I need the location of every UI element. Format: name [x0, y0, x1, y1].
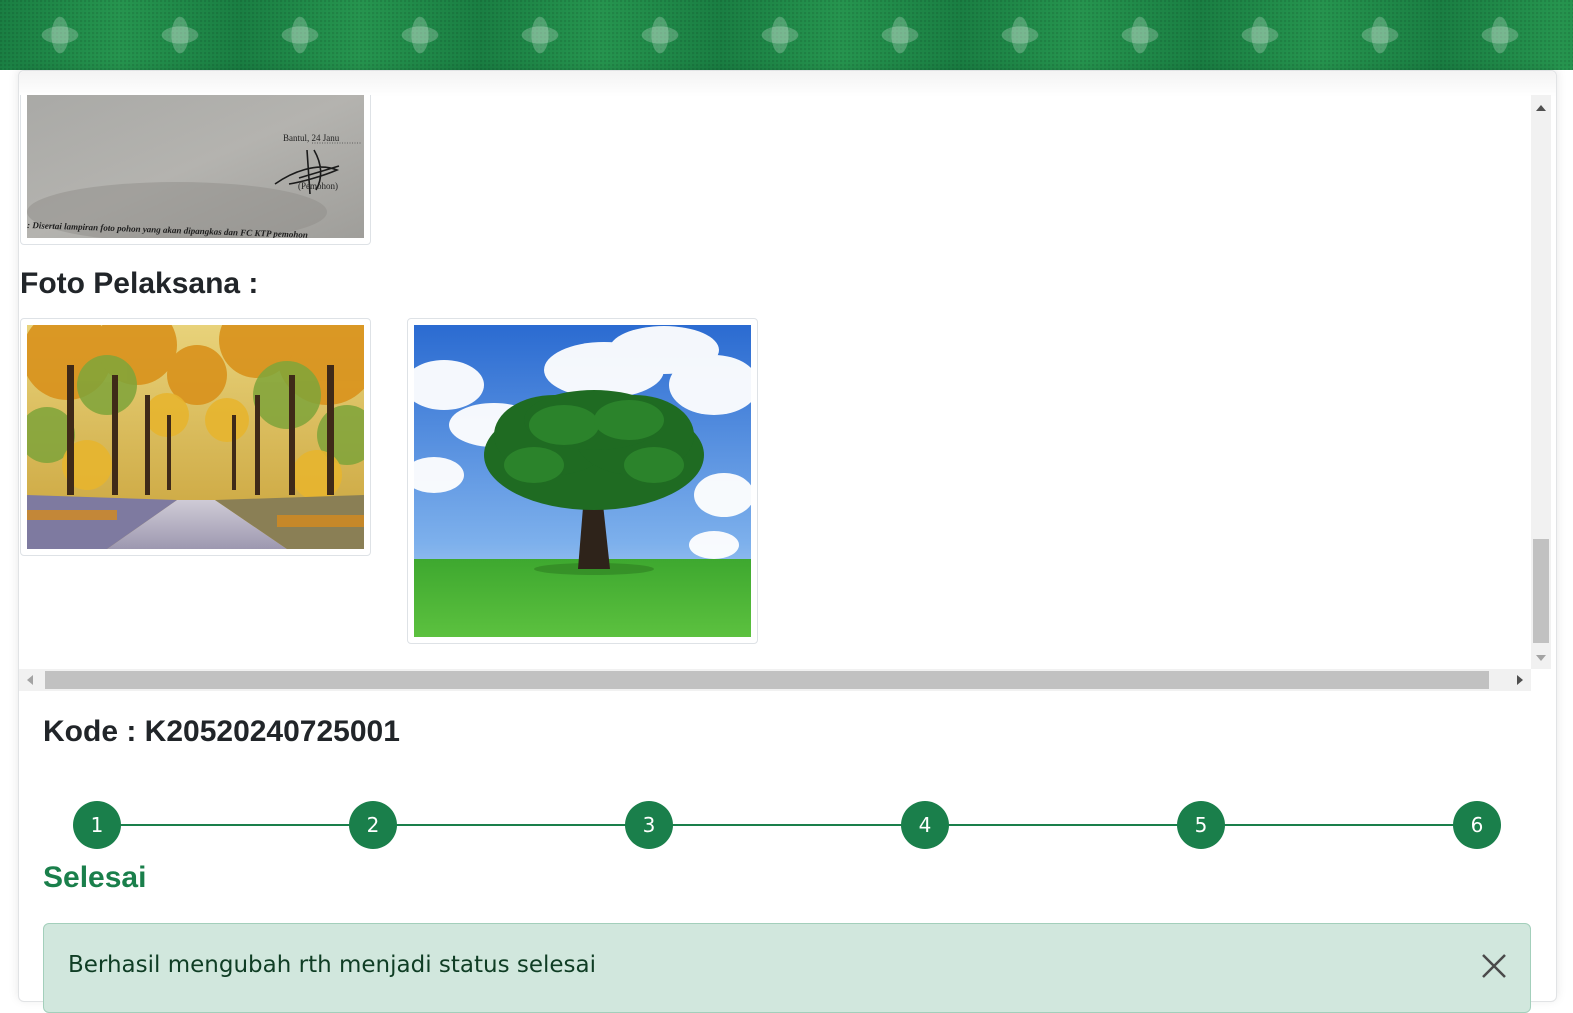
tree-field-photo [414, 325, 751, 637]
vertical-scroll-thumb[interactable] [1533, 539, 1549, 643]
scroll-right-arrow-icon[interactable] [1517, 675, 1523, 685]
step-4: 4 [901, 801, 949, 849]
permohonan-document-image: Bantul, 24 Janu (Pemohon) : Disertai lam… [27, 95, 364, 238]
document-signer-label: (Pemohon) [298, 181, 338, 191]
step-2: 2 [349, 801, 397, 849]
card-top-edge [19, 71, 1556, 97]
scroll-up-arrow-icon[interactable] [1536, 105, 1546, 111]
kode-title: Kode : K20520240725001 [43, 715, 400, 748]
header-banner [0, 0, 1573, 70]
autumn-road-photo [27, 325, 364, 549]
close-icon[interactable] [1480, 952, 1508, 980]
alert-message: Berhasil mengubah rth menjadi status sel… [68, 952, 597, 978]
scroll-down-arrow-icon[interactable] [1536, 655, 1546, 661]
foto-pelaksana-thumbnail-1[interactable] [20, 318, 371, 556]
foto-pelaksana-thumbnail-2[interactable] [407, 318, 758, 644]
attachments-scroll-area[interactable]: Bantul, 24 Janu (Pemohon) : Disertai lam… [19, 95, 1531, 669]
step-1: 1 [73, 801, 121, 849]
foto-pelaksana-heading: Foto Pelaksana : [20, 267, 259, 300]
status-label: Selesai [43, 861, 147, 894]
horizontal-scroll-thumb[interactable] [45, 671, 1489, 689]
scroll-left-arrow-icon[interactable] [27, 675, 33, 685]
step-5: 5 [1177, 801, 1225, 849]
horizontal-scrollbar[interactable] [19, 669, 1531, 691]
success-alert: Berhasil mengubah rth menjadi status sel… [43, 923, 1531, 1013]
document-place-date: Bantul, 24 Janu [283, 133, 340, 143]
step-3: 3 [625, 801, 673, 849]
permohonan-document-thumbnail[interactable]: Bantul, 24 Janu (Pemohon) : Disertai lam… [20, 95, 371, 245]
content-card: Bantul, 24 Janu (Pemohon) : Disertai lam… [18, 70, 1557, 1013]
vertical-scrollbar[interactable] [1531, 95, 1551, 669]
step-6: 6 [1453, 801, 1501, 849]
stepper-line [97, 824, 1479, 826]
progress-stepper: 1 2 3 4 5 6 [73, 801, 1503, 849]
